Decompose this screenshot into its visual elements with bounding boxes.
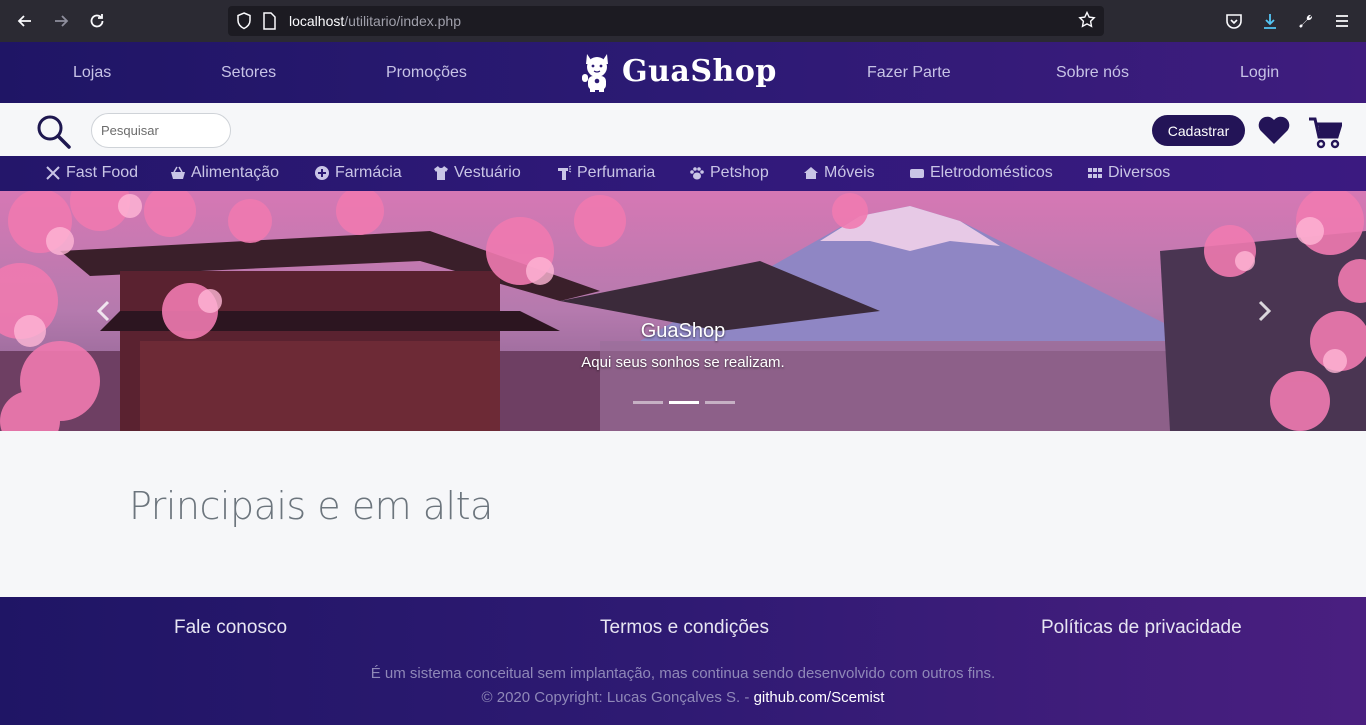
footer-privacidade[interactable]: Políticas de privacidade — [1041, 617, 1242, 639]
footer-copyright: © 2020 Copyright: Lucas Gonçalves S. - g… — [0, 689, 1366, 706]
footer-termos[interactable]: Termos e condições — [600, 617, 769, 639]
section-title: Principais e em alta — [129, 484, 493, 528]
heart-icon[interactable] — [1257, 115, 1291, 150]
category-diversos[interactable]: Diversos — [1087, 164, 1170, 182]
nav-promocoes[interactable]: Promoções — [386, 64, 467, 82]
basket-icon — [170, 165, 186, 181]
search-input[interactable] — [91, 113, 231, 148]
category-label: Móveis — [824, 164, 875, 181]
shield-icon[interactable] — [236, 12, 252, 35]
pocket-icon[interactable] — [1221, 8, 1247, 34]
nav-sobre-nos[interactable]: Sobre nós — [1056, 64, 1129, 82]
category-label: Fast Food — [66, 164, 139, 181]
reload-icon[interactable] — [84, 8, 110, 34]
footer-note: É um sistema conceitual sem implantação,… — [370, 665, 996, 682]
brand-logo[interactable]: GuaShop — [582, 49, 777, 93]
carousel-indicator-2[interactable] — [669, 401, 699, 404]
category-moveis[interactable]: Móveis — [803, 164, 875, 182]
category-label: Perfumaria — [577, 164, 656, 181]
carousel-caption-title: GuaShop — [640, 320, 726, 342]
category-bar: Fast Food Alimentação Farmácia Vestuário… — [0, 156, 1366, 191]
github-link[interactable]: github.com/Scemist — [754, 689, 885, 706]
spray-icon — [556, 165, 572, 181]
category-label: Vestuário — [454, 164, 521, 181]
download-icon[interactable] — [1257, 8, 1283, 34]
category-petshop[interactable]: Petshop — [689, 164, 769, 182]
site-header: Lojas Setores Promoções GuaShop Fazer Pa… — [0, 42, 1366, 103]
cart-icon[interactable] — [1308, 117, 1344, 154]
category-label: Farmácia — [335, 164, 402, 181]
nav-setores[interactable]: Setores — [221, 64, 276, 82]
site-footer: Fale conosco Termos e condições Política… — [0, 597, 1366, 725]
category-fast-food[interactable]: Fast Food — [45, 164, 138, 182]
wrench-icon[interactable] — [1293, 8, 1319, 34]
appliance-icon — [909, 165, 925, 181]
menu-icon[interactable] — [1329, 8, 1355, 34]
forward-icon[interactable] — [48, 8, 74, 34]
category-label: Eletrodomésticos — [930, 164, 1053, 181]
category-alimentacao[interactable]: Alimentação — [170, 164, 279, 182]
search-icon[interactable] — [36, 114, 72, 155]
lucky-cat-icon — [582, 54, 608, 92]
category-label: Petshop — [710, 164, 769, 181]
category-vestuario[interactable]: Vestuário — [433, 164, 521, 182]
carousel-indicator-3[interactable] — [705, 401, 735, 404]
shirt-icon — [433, 165, 449, 181]
nav-lojas[interactable]: Lojas — [73, 64, 111, 82]
search-toolbar: Cadastrar — [0, 103, 1366, 156]
category-label: Alimentação — [191, 164, 280, 181]
category-farmacia[interactable]: Farmácia — [314, 164, 402, 182]
carousel-caption-subtitle: Aqui seus sonhos se realizam. — [581, 354, 785, 371]
back-icon[interactable] — [12, 8, 38, 34]
url-text[interactable]: localhost/utilitario/index.php — [289, 13, 461, 29]
category-perfumaria[interactable]: Perfumaria — [556, 164, 655, 182]
category-label: Diversos — [1108, 164, 1171, 181]
carousel-slide-image — [0, 191, 1366, 431]
home-icon — [803, 165, 819, 181]
medical-icon — [314, 165, 330, 181]
register-button[interactable]: Cadastrar — [1152, 115, 1245, 146]
copyright-text: © 2020 Copyright: Lucas Gonçalves S. - — [481, 689, 750, 706]
bookmark-star-icon[interactable] — [1078, 10, 1096, 34]
browser-toolbar: localhost/utilitario/index.php — [0, 0, 1366, 42]
grid-icon — [1087, 165, 1103, 181]
page-icon — [262, 12, 276, 35]
footer-fale-conosco[interactable]: Fale conosco — [174, 617, 287, 639]
category-eletrodomesticos[interactable]: Eletrodomésticos — [909, 164, 1053, 182]
paw-icon — [689, 165, 705, 181]
address-bar[interactable]: localhost/utilitario/index.php — [228, 6, 1104, 36]
nav-login[interactable]: Login — [1240, 64, 1279, 82]
nav-fazer-parte[interactable]: Fazer Parte — [867, 64, 951, 82]
brand-name: GuaShop — [622, 53, 777, 89]
carousel-indicator-1[interactable] — [633, 401, 663, 404]
utensils-icon — [45, 165, 61, 181]
hero-carousel: GuaShop Aqui seus sonhos se realizam. — [0, 191, 1366, 431]
